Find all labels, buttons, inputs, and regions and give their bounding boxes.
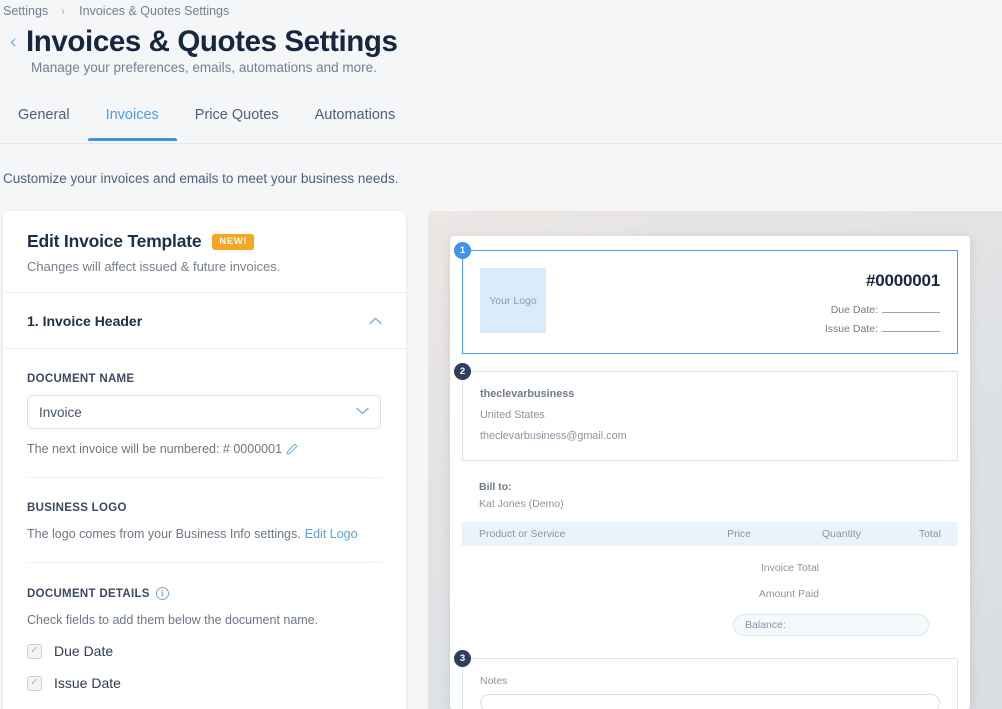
divider-1	[27, 477, 381, 478]
business-logo-label-text: BUSINESS LOGO	[27, 502, 127, 514]
panel-header: Edit Invoice Template NEW! Changes will …	[3, 211, 406, 292]
notes-label: Notes	[480, 675, 508, 687]
business-name: theclevarbusiness	[480, 388, 575, 400]
chevron-down-icon	[356, 407, 369, 418]
breadcrumb-current[interactable]: Invoices & Quotes Settings	[79, 4, 229, 18]
balance-row: Balance:	[733, 614, 929, 636]
breadcrumb: Settings › Invoices & Quotes Settings	[0, 0, 1002, 22]
next-invoice-number-text: The next invoice will be numbered: # 000…	[27, 442, 283, 456]
due-date-label: Due Date:	[830, 304, 878, 316]
invoice-preview-panel: 1 Your Logo #0000001 Due Date: Issue Dat…	[428, 211, 1002, 709]
column-quantity: Quantity	[821, 528, 861, 540]
due-date-line: Due Date:	[825, 303, 940, 316]
checkbox-due-date[interactable]: ✓	[27, 643, 42, 659]
document-details-description: Check fields to add them below the docum…	[27, 613, 319, 627]
zone-badge-2: 2	[454, 363, 471, 380]
page-header: ‹ Invoices & Quotes Settings	[0, 22, 398, 62]
section-label: 1. Invoice Header	[27, 313, 143, 329]
panel-subtitle: Changes will affect issued & future invo…	[27, 259, 281, 274]
next-invoice-number-hint: The next invoice will be numbered: # 000…	[27, 442, 382, 456]
document-name-select[interactable]: Invoice	[27, 395, 381, 429]
edit-invoice-template-panel: Edit Invoice Template NEW! Changes will …	[3, 211, 406, 709]
panel-title: Edit Invoice Template	[27, 231, 202, 251]
settings-page: Settings › Invoices & Quotes Settings ‹ …	[0, 0, 1002, 709]
business-logo-text: The logo comes from your Business Info s…	[27, 527, 301, 541]
column-product-or-service: Product or Service	[479, 528, 566, 540]
checkbox-row-issue-date[interactable]: ✓ Issue Date	[27, 675, 382, 691]
back-chevron-icon[interactable]: ‹	[0, 22, 26, 62]
tab-automations[interactable]: Automations	[297, 104, 414, 140]
preview-zone-notes[interactable]: 3 Notes	[454, 650, 958, 709]
business-logo-label: BUSINESS LOGO	[27, 502, 382, 514]
logo-placeholder[interactable]: Your Logo	[480, 268, 546, 333]
column-price: Price	[727, 528, 751, 540]
tab-price-quotes[interactable]: Price Quotes	[177, 104, 297, 140]
tab-bar: General Invoices Price Quotes Automation…	[0, 104, 1002, 144]
due-date-blank	[882, 303, 940, 313]
page-subtitle: Manage your preferences, emails, automat…	[31, 60, 377, 75]
issue-date-label: Issue Date:	[824, 323, 878, 335]
business-country: United States	[480, 409, 545, 421]
new-badge: NEW!	[212, 233, 255, 250]
zone-badge-3: 3	[454, 650, 471, 667]
invoice-total-row: Invoice Total	[760, 562, 819, 574]
issue-date-blank	[882, 322, 940, 332]
bill-to-block: Bill to: Kat Jones (Demo)	[450, 461, 970, 510]
checkbox-row-due-date[interactable]: ✓ Due Date	[27, 643, 382, 659]
breadcrumb-separator-icon: ›	[61, 4, 65, 18]
business-email: theclevarbusiness@gmail.com	[480, 430, 627, 442]
totals-block: Invoice Total Amount Paid Balance:	[450, 562, 970, 636]
checkbox-label-issue-date: Issue Date	[54, 675, 121, 691]
invoice-document-preview: 1 Your Logo #0000001 Due Date: Issue Dat…	[450, 236, 970, 709]
column-total: Total	[918, 528, 941, 540]
edit-logo-link[interactable]: Edit Logo	[305, 527, 358, 541]
document-name-label: DOCUMENT NAME	[27, 373, 382, 385]
bill-to-value: Kat Jones (Demo)	[479, 498, 564, 510]
intro-text: Customize your invoices and emails to me…	[3, 171, 399, 186]
issue-date-line: Issue Date:	[825, 322, 940, 335]
preview-zone-business-info[interactable]: 2 theclevarbusiness United States thecle…	[454, 363, 958, 461]
document-name-label-text: DOCUMENT NAME	[27, 373, 135, 385]
business-logo-hint: The logo comes from your Business Info s…	[27, 527, 382, 541]
line-items-table-header: Product or Service Price Quantity Total	[462, 522, 958, 546]
preview-zone-header[interactable]: 1 Your Logo #0000001 Due Date: Issue Dat…	[454, 242, 958, 354]
tab-general[interactable]: General	[0, 104, 88, 140]
info-icon[interactable]: i	[155, 587, 169, 600]
tab-invoices[interactable]: Invoices	[87, 104, 178, 141]
document-details-label-text: DOCUMENT DETAILS	[27, 587, 150, 600]
amount-paid-row: Amount Paid	[758, 588, 819, 600]
document-details-label: DOCUMENT DETAILS i	[27, 587, 382, 600]
breadcrumb-root[interactable]: Settings	[3, 4, 48, 18]
checkbox-label-due-date: Due Date	[54, 643, 114, 659]
section-body: DOCUMENT NAME Invoice The next invoice w…	[3, 373, 406, 709]
zone-badge-1: 1	[454, 242, 471, 259]
document-name-value: Invoice	[39, 404, 82, 420]
notes-input[interactable]	[480, 694, 940, 709]
invoice-number: #0000001	[865, 271, 940, 290]
page-title: Invoices & Quotes Settings	[26, 25, 398, 58]
bill-to-label: Bill to:	[479, 481, 512, 493]
chevron-up-icon[interactable]	[369, 316, 382, 327]
divider-2	[27, 562, 381, 563]
checkbox-issue-date[interactable]: ✓	[27, 675, 42, 691]
pencil-icon[interactable]	[286, 443, 298, 455]
section-invoice-header[interactable]: 1. Invoice Header	[3, 292, 406, 349]
